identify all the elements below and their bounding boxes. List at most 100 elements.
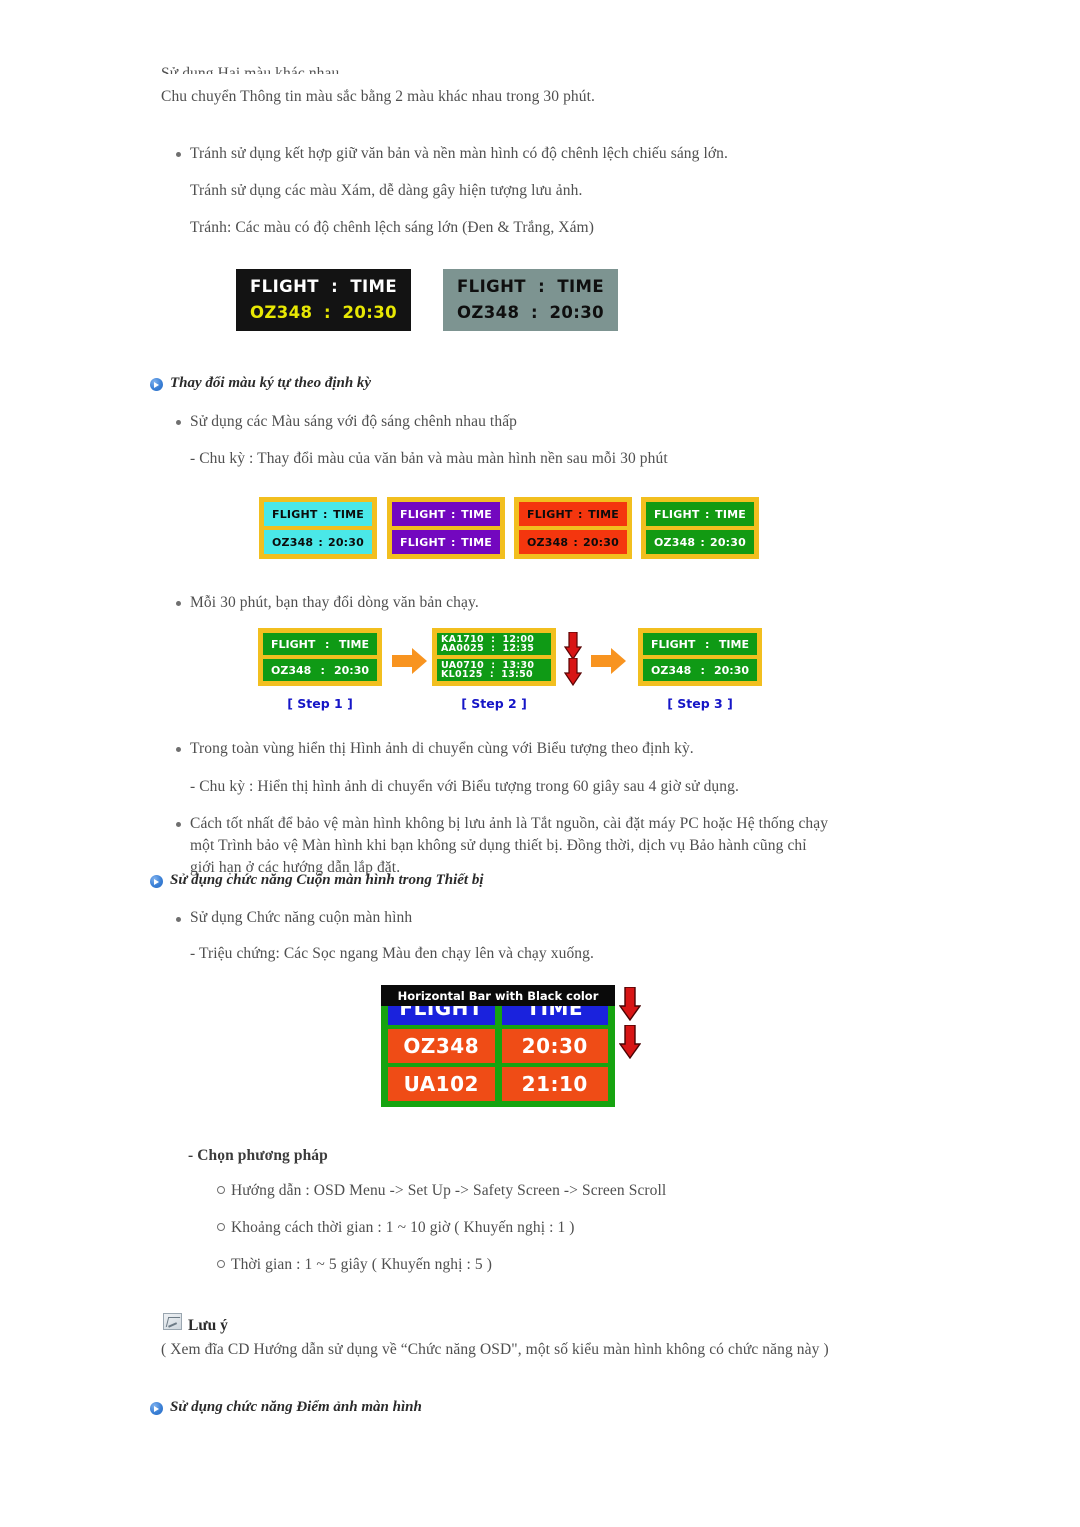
step1-bot-right: 20:30 <box>333 663 369 677</box>
section1-bullet4: Cách tốt nhất để bảo vệ màn hình không b… <box>190 815 829 876</box>
board-gray-flight-label: FLIGHT <box>457 277 526 296</box>
step1-top-right: TIME <box>338 637 369 651</box>
section2-sub1: - Triệu chứng: Các Sọc ngang Màu đen chạ… <box>190 945 594 962</box>
step2-scroll-line-c: UA0710 : 13:30 <box>441 661 535 670</box>
flight-board-gray: FLIGHT : TIME OZ348 : 20:30 <box>443 269 618 331</box>
section2-title: Sử dụng chức năng Cuộn màn hình trong Th… <box>170 872 484 888</box>
method-item-2: Khoảng cách thời gian : 1 ~ 10 giờ ( Khu… <box>231 1219 575 1236</box>
red-arrow-down-icon-1 <box>564 632 582 660</box>
cb1-top-left: FLIGHT <box>400 507 446 521</box>
hollow-bullet <box>217 1260 225 1268</box>
note-body: ( Xem đĩa CD Hướng dẫn sử dụng về “Chức … <box>161 1341 829 1358</box>
color-board-green-top: FLIGHT : TIME <box>646 502 754 526</box>
cb2-bot-left: OZ348 <box>527 535 569 549</box>
color-board-green-bottom: OZ348 : 20:30 <box>646 530 754 554</box>
step-2-board: KA1710 : 12:00 AA0025 : 12:35 UA0710 : 1… <box>432 628 556 686</box>
hollow-bullet <box>217 1186 225 1194</box>
bullet-dot <box>176 152 181 157</box>
board-black-colon-2: : <box>323 303 331 322</box>
step-2-label: [ Step 2 ] <box>461 696 527 711</box>
section-heading-screen-pixel: Sử dụng chức năng Điểm ảnh màn hình <box>150 1399 422 1416</box>
step-1-label: [ Step 1 ] <box>287 696 353 711</box>
board-gray-flight-no: OZ348 <box>457 303 520 322</box>
scroll-cell-ua102: UA102 <box>388 1067 495 1101</box>
color-board-red-bottom: OZ348 : 20:30 <box>519 530 627 554</box>
step3-top-cell: FLIGHT : TIME <box>643 633 757 655</box>
blue-arrow-icon <box>150 1402 163 1415</box>
scroll-cell-2030: 20:30 <box>501 1029 608 1063</box>
section1-sub1: - Chu kỳ : Thay đổi màu của văn bản và m… <box>190 450 668 467</box>
cb2-bot-mid: : <box>573 535 578 549</box>
cb1-top-right: TIME <box>461 507 492 521</box>
blue-arrow-icon <box>150 378 163 391</box>
section1-sub2: - Chu kỳ : Hiển thị hình ảnh di chuyển v… <box>190 778 739 795</box>
color-board-red-top: FLIGHT : TIME <box>519 502 627 526</box>
color-board-purple-top: FLIGHT : TIME <box>392 502 500 526</box>
cb2-top-right: TIME <box>588 507 619 521</box>
scroll-cell-2110: 21:10 <box>501 1067 608 1101</box>
step2-bottom-cell: UA0710 : 13:30 KL0125 : 13:50 <box>437 659 551 681</box>
step3-top-mid: : <box>704 637 710 651</box>
section1-bullet3: Trong toàn vùng hiển thị Hình ảnh di chu… <box>190 740 694 757</box>
bullet-dot <box>176 917 181 922</box>
orange-arrow-right-icon-2 <box>591 646 627 676</box>
bullet-dot <box>176 420 181 425</box>
cb1-bot-right: TIME <box>461 535 492 549</box>
cb0-bot-left: OZ348 <box>272 535 314 549</box>
step3-bot-mid: : <box>700 663 705 677</box>
avoid-highcontrast-text: Tránh: Các màu có độ chênh lệch sáng lớn… <box>190 219 594 236</box>
orange-arrow-right-icon <box>392 646 428 676</box>
avoid-gray-text: Tránh sử dụng các màu Xám, dễ dàng gây h… <box>190 182 583 199</box>
color-board-red: FLIGHT : TIME OZ348 : 20:30 <box>514 497 632 559</box>
step3-top-right: TIME <box>718 637 749 651</box>
bullet-dot <box>176 747 181 752</box>
step1-top-mid: : <box>324 637 330 651</box>
section1-title: Thay đổi màu ký tự theo định kỳ <box>170 375 372 391</box>
hollow-bullet <box>217 1223 225 1231</box>
board-gray-colon-2: : <box>530 303 538 322</box>
color-board-purple: FLIGHT : TIME FLIGHT : TIME <box>387 497 505 559</box>
intro-clipped-line: Sử dụng Hai màu khác nhau <box>161 65 340 74</box>
cb3-top-right: TIME <box>715 507 746 521</box>
section1-bullet2: Mỗi 30 phút, bạn thay đổi dòng văn bản c… <box>190 594 479 611</box>
scroll-cell-oz348: OZ348 <box>388 1029 495 1063</box>
step-1-board: FLIGHT : TIME OZ348 : 20:30 <box>258 628 382 686</box>
step1-top-left: FLIGHT <box>271 637 316 651</box>
section-heading-screen-scroll: Sử dụng chức năng Cuộn màn hình trong Th… <box>150 872 484 889</box>
step1-bot-left: OZ348 <box>271 663 312 677</box>
cb3-bot-mid: : <box>700 535 705 549</box>
color-board-purple-bottom: FLIGHT : TIME <box>392 530 500 554</box>
cb1-bot-left: FLIGHT <box>400 535 446 549</box>
method-item-1: Hướng dẫn : OSD Menu -> Set Up -> Safety… <box>231 1182 667 1199</box>
section-heading-color-change: Thay đổi màu ký tự theo định kỳ <box>150 375 371 392</box>
intro-line-2: Chu chuyển Thông tin màu sắc bằng 2 màu … <box>161 88 596 105</box>
board-black-flight-no: OZ348 <box>250 303 313 322</box>
scroll-row-2: OZ348 20:30 <box>388 1029 608 1063</box>
board-gray-colon: : <box>538 277 546 296</box>
method-item-3: Thời gian : 1 ~ 5 giây ( Khuyến nghị : 5… <box>231 1256 492 1273</box>
bullet-dot <box>176 601 181 606</box>
step2-scroll-line-b: AA0025 : 12:35 <box>441 644 535 653</box>
step3-bot-left: OZ348 <box>651 663 692 677</box>
note-pencil-icon <box>163 1313 182 1330</box>
cb1-bot-mid: : <box>451 535 456 549</box>
board-gray-time: 20:30 <box>549 303 604 322</box>
blue-arrow-icon <box>150 875 163 888</box>
board-black-colon: : <box>331 277 339 296</box>
avoid-contrast-text: Tránh sử dụng kết hợp giữ văn bản và nền… <box>190 145 729 162</box>
cb3-bot-left: OZ348 <box>654 535 696 549</box>
section1-bullet1: Sử dụng các Màu sáng với độ sáng chênh n… <box>190 413 518 430</box>
step2-scroll-line-a: KA1710 : 12:00 <box>441 635 535 644</box>
note-title: Lưu ý <box>188 1317 228 1334</box>
red-arrow-down-icon-2 <box>564 658 582 686</box>
step2-scroll-line-d: KL0125 : 13:50 <box>441 670 533 679</box>
cb3-top-mid: : <box>705 507 710 521</box>
step-3-label: [ Step 3 ] <box>667 696 733 711</box>
cb2-bot-right: 20:30 <box>582 535 619 549</box>
step-3-board: FLIGHT : TIME OZ348 : 20:30 <box>638 628 762 686</box>
board-black-time-label: TIME <box>350 277 397 296</box>
section3-title: Sử dụng chức năng Điểm ảnh màn hình <box>170 1399 422 1415</box>
cb2-top-left: FLIGHT <box>527 507 573 521</box>
color-board-cyan: FLIGHT : TIME OZ348 : 20:30 <box>259 497 377 559</box>
cb1-top-mid: : <box>451 507 456 521</box>
